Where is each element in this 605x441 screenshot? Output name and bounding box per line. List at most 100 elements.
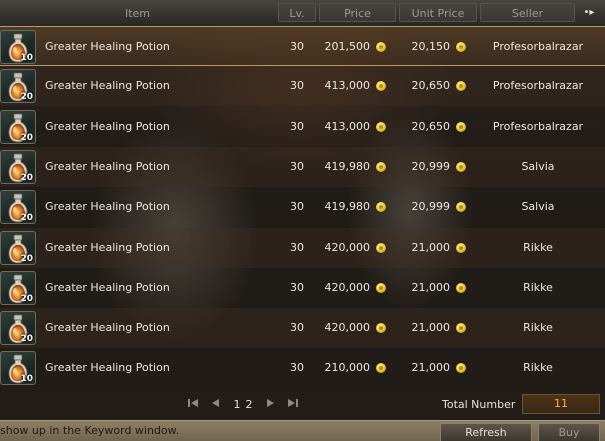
potion-icon[interactable]: 20 — [0, 69, 36, 104]
item-level: 30 — [290, 119, 304, 133]
item-seller: Salvia — [521, 159, 555, 173]
gold-coin-icon — [456, 81, 466, 92]
last-page-icon[interactable] — [286, 397, 300, 413]
potion-icon[interactable]: 10 — [0, 30, 36, 64]
item-unit-price: 20,650 — [411, 79, 451, 93]
item-price: 420,000 — [324, 321, 371, 335]
item-seller: Profesorbalrazar — [492, 79, 584, 93]
item-name: Greater Healing Potion — [45, 200, 170, 214]
item-price: 413,000 — [324, 119, 371, 133]
first-page-icon[interactable] — [186, 397, 200, 413]
table-row[interactable]: 20 Greater Healing Potion 30 420,000 21,000 R… — [0, 227, 605, 268]
item-level: 30 — [290, 200, 304, 214]
item-unit-price: 20,150 — [411, 40, 451, 53]
item-name: Greater Healing Potion — [45, 361, 170, 375]
item-price: 201,500 — [324, 40, 371, 53]
item-name: Greater Healing Potion — [45, 40, 170, 53]
buy-button[interactable]: Buy — [538, 423, 600, 441]
column-price[interactable]: Price — [319, 3, 396, 22]
item-unit-price: 20,999 — [411, 200, 451, 214]
item-seller: Rikke — [523, 321, 553, 335]
potion-icon[interactable]: 20 — [0, 190, 36, 225]
gold-coin-icon — [456, 202, 466, 213]
potion-icon[interactable]: 20 — [0, 230, 36, 265]
total-number-value: 11 — [522, 394, 600, 414]
item-price: 420,000 — [324, 280, 371, 294]
gold-coin-icon — [376, 242, 386, 253]
column-unit-price[interactable]: Unit Price — [399, 3, 477, 22]
prev-page-icon[interactable] — [208, 397, 222, 413]
table-row[interactable]: 20 Greater Healing Potion 30 420,000 21,000 R… — [0, 308, 605, 349]
item-level: 30 — [290, 79, 304, 93]
item-quantity: 20 — [20, 293, 33, 304]
item-unit-price: 21,000 — [411, 280, 451, 294]
item-seller: Rikke — [523, 361, 553, 375]
item-unit-price: 20,999 — [411, 159, 451, 173]
column-header: Item Lv. Price Unit Price Seller •▸ — [0, 0, 605, 27]
page-2[interactable]: 2 — [242, 397, 256, 413]
item-name: Greater Healing Potion — [45, 240, 170, 254]
gold-coin-icon — [376, 42, 386, 52]
item-name: Greater Healing Potion — [45, 119, 170, 133]
item-quantity: 10 — [20, 53, 33, 63]
item-quantity: 20 — [20, 253, 33, 264]
gold-coin-icon — [456, 42, 466, 52]
item-price: 419,980 — [324, 159, 371, 173]
gold-coin-icon — [456, 363, 466, 374]
column-level[interactable]: Lv. — [278, 3, 316, 22]
item-name: Greater Healing Potion — [45, 159, 170, 173]
gold-coin-icon — [456, 161, 466, 172]
column-seller[interactable]: Seller — [480, 3, 575, 22]
next-page-icon[interactable] — [264, 397, 278, 413]
item-seller: Rikke — [523, 280, 553, 294]
table-row[interactable]: 20 Greater Healing Potion 30 413,000 20,650 P… — [0, 66, 605, 107]
potion-icon[interactable]: 20 — [0, 311, 36, 346]
table-row[interactable]: 20 Greater Healing Potion 30 420,000 21,000 R… — [0, 268, 605, 308]
item-quantity: 20 — [20, 334, 33, 345]
table-row[interactable]: 20 Greater Healing Potion 30 419,980 20,999 S… — [0, 187, 605, 227]
sort-toggle-button[interactable]: •▸ — [579, 5, 599, 21]
item-level: 30 — [290, 280, 304, 294]
status-message: show up in the Keyword window. — [0, 424, 180, 437]
item-price: 210,000 — [324, 361, 371, 375]
item-quantity: 20 — [20, 213, 33, 224]
gold-coin-icon — [376, 81, 386, 92]
gold-coin-icon — [456, 323, 466, 334]
item-name: Greater Healing Potion — [45, 321, 170, 335]
refresh-button[interactable]: Refresh — [440, 423, 532, 441]
item-unit-price: 21,000 — [411, 240, 451, 254]
item-level: 30 — [290, 159, 304, 173]
item-level: 30 — [290, 40, 304, 53]
item-quantity: 20 — [20, 92, 33, 103]
item-seller: Salvia — [521, 200, 555, 214]
item-unit-price: 21,000 — [411, 361, 451, 375]
table-row[interactable]: 20 Greater Healing Potion 30 413,000 20,650 P… — [0, 107, 605, 147]
potion-icon[interactable]: 10 — [0, 351, 36, 386]
item-name: Greater Healing Potion — [45, 79, 170, 93]
item-seller: Profesorbalrazar — [492, 40, 584, 53]
item-price: 419,980 — [324, 200, 371, 214]
item-level: 30 — [290, 240, 304, 254]
potion-icon[interactable]: 20 — [0, 149, 36, 184]
gold-coin-icon — [376, 121, 386, 132]
table-row[interactable]: 10 Greater Healing Potion 30 210,000 21,000 R… — [0, 348, 605, 388]
table-row[interactable]: 10 Greater Healing Potion 30 201,500 20,150 P… — [0, 26, 605, 66]
gold-coin-icon — [456, 121, 466, 132]
table-row[interactable]: 20 Greater Healing Potion 30 419,980 20,999 S… — [0, 146, 605, 187]
gold-coin-icon — [376, 363, 386, 374]
item-quantity: 20 — [20, 132, 33, 143]
item-seller: Profesorbalrazar — [492, 119, 584, 133]
potion-icon[interactable]: 20 — [0, 270, 36, 305]
item-unit-price: 21,000 — [411, 321, 451, 335]
potion-icon[interactable]: 20 — [0, 109, 36, 144]
item-price: 413,000 — [324, 79, 371, 93]
gold-coin-icon — [376, 323, 386, 334]
item-name: Greater Healing Potion — [45, 280, 170, 294]
item-level: 30 — [290, 321, 304, 335]
gold-coin-icon — [376, 161, 386, 172]
gold-coin-icon — [456, 282, 466, 293]
gold-coin-icon — [456, 242, 466, 253]
item-quantity: 10 — [20, 374, 33, 385]
item-seller: Rikke — [523, 240, 553, 254]
column-item[interactable]: Item — [0, 3, 275, 22]
